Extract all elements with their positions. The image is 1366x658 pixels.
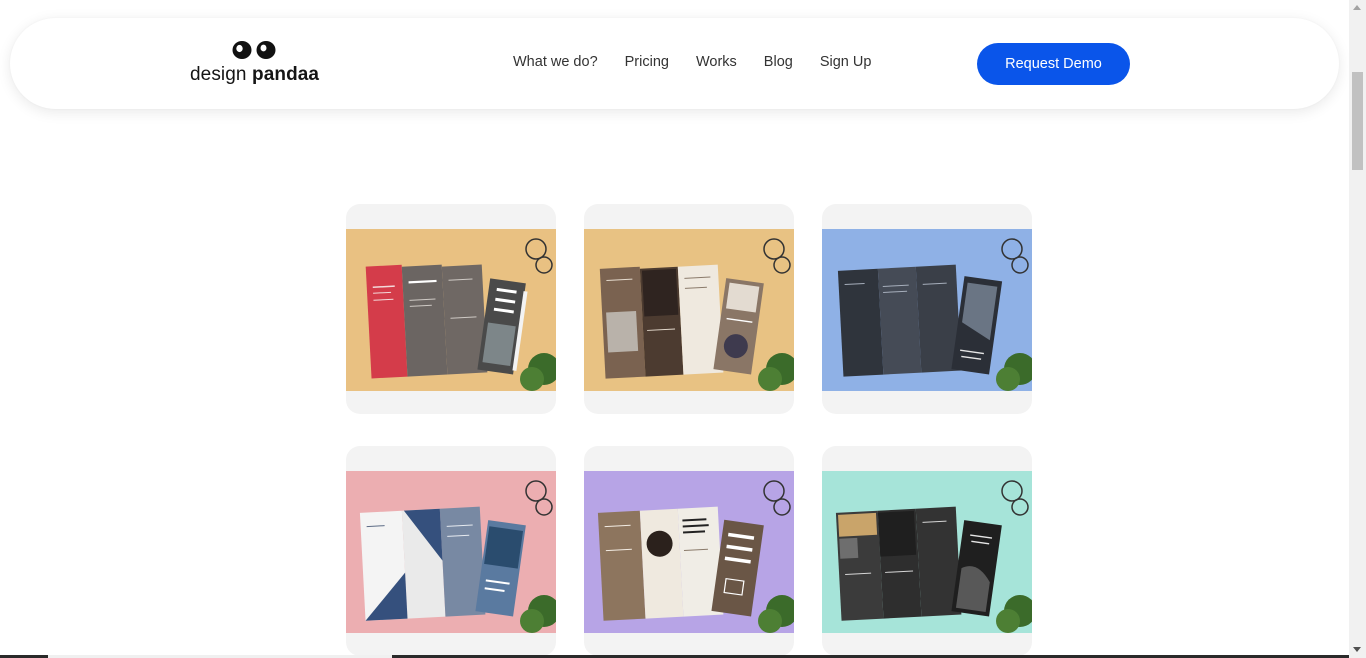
brochure-mockup-image (584, 229, 794, 391)
scrollbar-thumb[interactable] (1352, 72, 1363, 170)
scroll-up-arrow-icon[interactable] (1353, 5, 1361, 10)
nav-item-sign-up[interactable]: Sign Up (820, 54, 872, 70)
portfolio-card-1[interactable] (346, 204, 556, 414)
brochure-mockup-image (822, 229, 1032, 391)
top-navigation-bar: design pandaa What we do? Pricing Works … (10, 18, 1339, 109)
brochure-mockup-image (346, 229, 556, 391)
panda-eyes-icon (232, 41, 276, 59)
scroll-down-arrow-icon[interactable] (1353, 647, 1361, 652)
brochure-mockup-image (822, 471, 1032, 633)
logo-text-light: design (190, 64, 247, 85)
portfolio-card-5[interactable] (584, 446, 794, 656)
nav-item-pricing[interactable]: Pricing (625, 54, 669, 70)
request-demo-button[interactable]: Request Demo (977, 43, 1130, 85)
main-nav: What we do? Pricing Works Blog Sign Up (513, 54, 871, 70)
logo[interactable]: design pandaa (190, 39, 330, 87)
logo-wordmark: design pandaa (190, 64, 319, 86)
portfolio-card-3[interactable] (822, 204, 1032, 414)
portfolio-card-2[interactable] (584, 204, 794, 414)
brochure-mockup-image (584, 471, 794, 633)
nav-item-what-we-do[interactable]: What we do? (513, 54, 598, 70)
portfolio-card-6[interactable] (822, 446, 1032, 656)
brochure-mockup-image (346, 471, 556, 633)
logo-text-bold: pandaa (251, 64, 320, 85)
nav-item-blog[interactable]: Blog (764, 54, 793, 70)
page: design pandaa What we do? Pricing Works … (0, 0, 1366, 658)
page-scrollbar[interactable] (1349, 0, 1366, 658)
nav-item-works[interactable]: Works (696, 54, 737, 70)
portfolio-card-4[interactable] (346, 446, 556, 656)
